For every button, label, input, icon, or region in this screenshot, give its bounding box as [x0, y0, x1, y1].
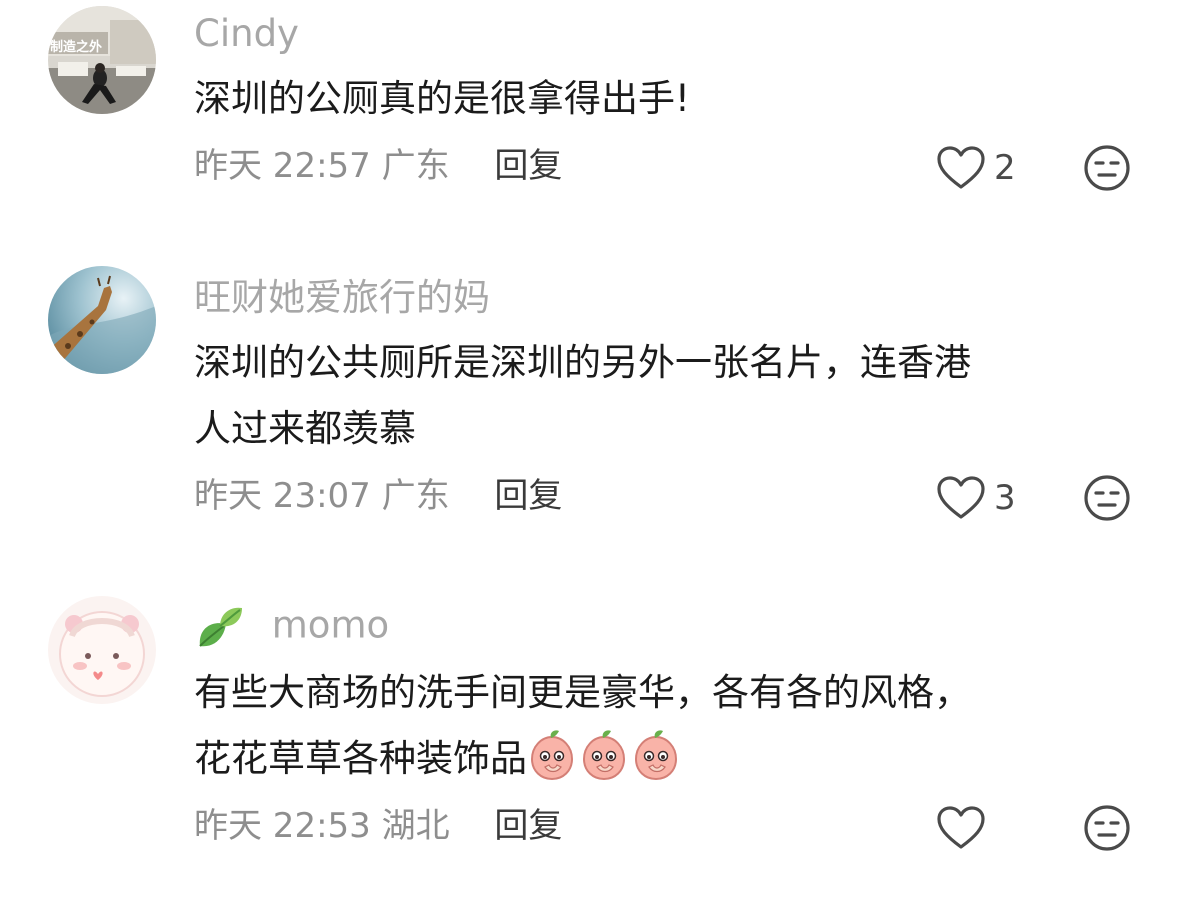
comment-meta: 昨天 23:07 广东 回复 [194, 476, 562, 516]
comment-time: 昨天 22:53 [194, 806, 371, 846]
avatar[interactable] [48, 596, 156, 704]
meh-face-icon [1083, 474, 1131, 522]
comment-location: 湖北 [381, 806, 450, 846]
avatar[interactable] [48, 266, 156, 374]
comment-line-text: 花花草草各种装饰品 [194, 737, 527, 780]
username-text: momo [271, 603, 390, 647]
peach-emoji [579, 729, 629, 781]
dislike-button[interactable] [1083, 474, 1131, 522]
username[interactable]: Cindy [194, 12, 299, 56]
username[interactable]: 旺财她爱旅行的妈 [194, 276, 490, 320]
comment-text: 深圳的公共厕所是深圳的另外一张名片，连香港 人过来都羡慕 [194, 330, 1114, 462]
like-button[interactable]: 2 [936, 144, 1016, 192]
heart-icon [936, 805, 986, 851]
reply-button[interactable]: 回复 [494, 146, 562, 186]
comment-text: 深圳的公厕真的是很拿得出手! [194, 66, 1114, 132]
comment-time: 昨天 23:07 [194, 476, 371, 516]
like-button[interactable]: 3 [936, 474, 1016, 522]
username[interactable]: momo [194, 602, 389, 652]
meh-face-icon [1083, 144, 1131, 192]
comment-location: 广东 [381, 476, 450, 516]
comment-line: 人过来都羡慕 [194, 407, 416, 450]
like-count: 2 [994, 148, 1016, 188]
comment-line: 深圳的公共厕所是深圳的另外一张名片，连香港 [194, 341, 971, 384]
reply-button[interactable]: 回复 [494, 806, 562, 846]
peach-emoji [527, 729, 577, 781]
comment-line: 有些大商场的洗手间更是豪华，各有各的风格， [194, 671, 971, 714]
dislike-button[interactable] [1083, 144, 1131, 192]
comment-line: 深圳的公厕真的是很拿得出手! [194, 77, 690, 120]
like-count: 3 [994, 478, 1016, 518]
meh-face-icon [1083, 804, 1131, 852]
peach-emoji [631, 729, 681, 781]
avatar[interactable]: 制造之外 [48, 6, 156, 114]
comment-location: 广东 [381, 146, 450, 186]
reply-button[interactable]: 回复 [494, 476, 562, 516]
heart-icon [936, 145, 986, 191]
avatar-overlay-text: 制造之外 [50, 40, 103, 55]
heart-icon [936, 475, 986, 521]
like-button[interactable] [936, 804, 994, 852]
leaf-icon [194, 602, 246, 652]
comment-meta: 昨天 22:53 湖北 回复 [194, 806, 562, 846]
dislike-button[interactable] [1083, 804, 1131, 852]
comment-time: 昨天 22:57 [194, 146, 371, 186]
comment-meta: 昨天 22:57 广东 回复 [194, 146, 562, 186]
comment-text: 有些大商场的洗手间更是豪华，各有各的风格， 花花草草各种装饰品 [194, 660, 1114, 792]
comment-line: 花花草草各种装饰品 [194, 726, 1114, 792]
